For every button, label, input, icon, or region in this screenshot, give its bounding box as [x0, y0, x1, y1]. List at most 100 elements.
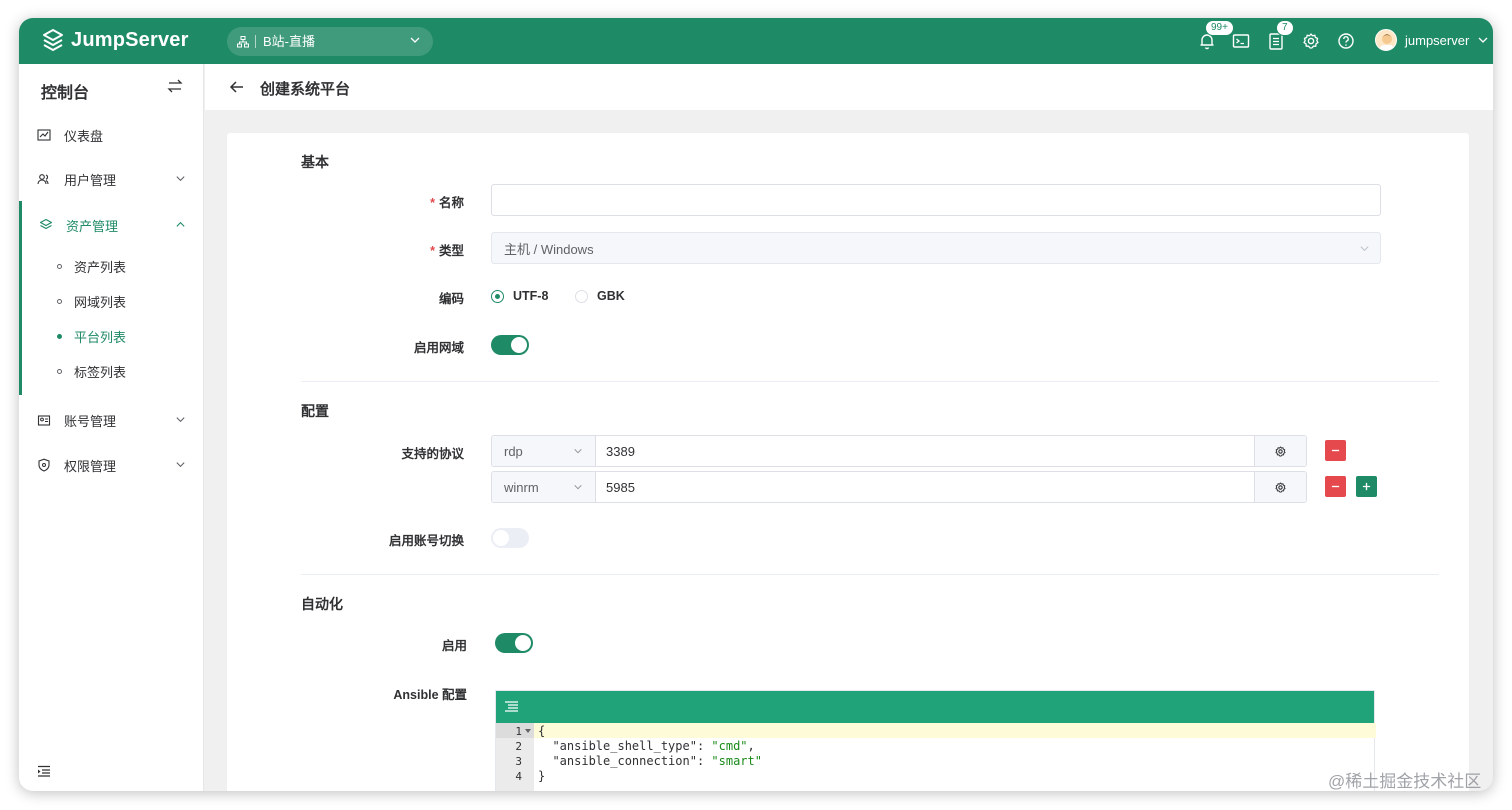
domain-enabled-switch[interactable]	[491, 335, 529, 355]
ansible-config-editor[interactable]: 1 2 3 4 { "ansible_shell_type": "cmd", "…	[495, 690, 1376, 791]
shield-icon	[38, 458, 50, 472]
switch-knob	[511, 337, 527, 353]
field-label-ansible: Ansible 配置	[393, 688, 467, 702]
account-icon	[37, 415, 51, 426]
sidebar-item-permissions[interactable]: 权限管理	[19, 447, 204, 483]
swap-view-icon[interactable]	[167, 78, 183, 94]
required-mark: *	[430, 196, 435, 210]
chevron-down-icon	[1360, 246, 1369, 252]
app-window: JumpServer B站-直播 99+ 7 jumpserver 控制台 仪表…	[19, 18, 1493, 791]
su-enabled-switch[interactable]	[491, 528, 529, 548]
protocol-row: winrm 5985	[491, 471, 1307, 503]
line-number: 2	[515, 740, 522, 753]
sidebar-title: 控制台	[41, 85, 90, 102]
gear-icon	[1275, 445, 1286, 457]
remove-protocol-button[interactable]	[1325, 476, 1346, 497]
web-terminal-button[interactable]	[1231, 31, 1251, 51]
protocol-select[interactable]: winrm	[492, 472, 596, 502]
chevron-down-icon	[176, 462, 185, 468]
jumpserver-logo-icon	[43, 29, 63, 51]
sidebar-item-label: 仪表盘	[64, 128, 104, 144]
code-line: }	[538, 769, 546, 783]
code-line: "ansible_shell_type": "cmd",	[538, 739, 755, 753]
sidebar-subitem-platform-list[interactable]: 平台列表	[57, 321, 126, 351]
settings-button[interactable]	[1301, 31, 1321, 51]
switch-knob	[515, 635, 531, 651]
help-circle-icon	[1338, 33, 1354, 49]
top-bar: JumpServer B站-直播 99+ 7 jumpserver	[19, 18, 1493, 64]
code-line: "ansible_connection": "smart"	[538, 754, 762, 768]
type-select[interactable]: 主机 / Windows	[491, 232, 1381, 264]
sidebar: 控制台 仪表盘 用户管理 资产管理 资产列表 网域列表 平台列表 标签列表 账号…	[19, 64, 204, 791]
sidebar-item-label: 权限管理	[64, 458, 117, 474]
name-input[interactable]	[491, 184, 1381, 216]
sidebar-item-label: 账号管理	[64, 413, 117, 429]
automation-enabled-switch[interactable]	[495, 633, 533, 653]
user-menu[interactable]: jumpserver	[1375, 29, 1489, 51]
remove-protocol-button[interactable]	[1325, 440, 1346, 461]
sidebar-subitem-label-list[interactable]: 标签列表	[57, 356, 126, 386]
fold-caret-icon[interactable]	[525, 729, 531, 734]
notification-badge: 99+	[1205, 20, 1234, 36]
minus-icon	[1331, 449, 1340, 452]
format-align-icon[interactable]	[504, 700, 519, 714]
sidebar-item-accounts[interactable]: 账号管理	[19, 402, 204, 438]
code-area[interactable]: 1 2 3 4 { "ansible_shell_type": "cmd", "…	[496, 723, 1376, 791]
sidebar-item-label: 资产管理	[66, 218, 119, 234]
field-label-charset: 编码	[438, 292, 464, 306]
chevron-down-icon	[574, 484, 582, 490]
switch-knob	[493, 530, 509, 546]
collapse-sidebar-icon[interactable]	[37, 764, 51, 778]
bullet-icon	[57, 333, 62, 339]
line-number: 1	[515, 725, 522, 738]
add-protocol-button[interactable]	[1356, 476, 1377, 497]
protocol-port-input[interactable]: 5985	[596, 472, 1254, 502]
field-label-su: 启用账号切换	[388, 534, 464, 548]
form-card: 基本 * 名称 * 类型 主机 / Windows 编码 UTF-8 GBK 启用网…	[227, 133, 1469, 791]
section-title-automation: 自动化	[301, 596, 343, 612]
charset-radio-gbk[interactable]: GBK	[575, 289, 625, 303]
protocol-select[interactable]: rdp	[492, 436, 596, 466]
field-label-text: 类型	[438, 244, 464, 258]
radio-circle	[575, 289, 588, 303]
sidebar-subitem-domain-list[interactable]: 网域列表	[57, 286, 126, 316]
sidebar-subitem-label: 标签列表	[74, 364, 127, 380]
protocol-port: 5985	[606, 479, 635, 495]
chevron-down-icon	[574, 448, 582, 454]
help-button[interactable]	[1336, 31, 1356, 51]
sidebar-item-users[interactable]: 用户管理	[19, 161, 204, 197]
arrow-left-icon[interactable]	[229, 79, 245, 95]
chevron-down-icon	[176, 417, 185, 423]
brand-logo[interactable]: JumpServer	[41, 28, 189, 52]
sidebar-subitem-label: 平台列表	[74, 329, 127, 345]
field-label-type: * 类型	[294, 240, 464, 259]
sidebar-item-label: 用户管理	[64, 172, 117, 188]
sidebar-subitem-asset-list[interactable]: 资产列表	[57, 251, 126, 281]
organization-select[interactable]: B站-直播	[227, 27, 433, 56]
chevron-down-icon	[410, 37, 420, 43]
section-divider	[301, 381, 1439, 382]
chart-icon	[37, 129, 51, 141]
page-title: 创建系统平台	[260, 81, 351, 98]
radio-label: UTF-8	[513, 289, 549, 303]
sidebar-item-assets[interactable]: 资产管理	[19, 207, 204, 243]
required-mark: *	[430, 244, 435, 258]
gear-icon	[1275, 481, 1286, 493]
protocol-name: winrm	[504, 479, 539, 495]
sidebar-subitem-label: 网域列表	[74, 294, 127, 310]
protocol-row: rdp 3389	[491, 435, 1307, 467]
charset-radio-utf8[interactable]: UTF-8	[491, 289, 548, 303]
minus-icon	[1331, 485, 1340, 488]
chevron-up-icon	[176, 221, 185, 227]
bullet-icon	[57, 263, 62, 269]
protocol-settings-button[interactable]	[1254, 472, 1306, 502]
organization-icon	[237, 35, 249, 47]
protocol-port-input[interactable]: 3389	[596, 436, 1254, 466]
protocol-settings-button[interactable]	[1254, 436, 1306, 466]
sidebar-item-dashboard[interactable]: 仪表盘	[19, 117, 204, 153]
section-title-basic: 基本	[301, 154, 329, 170]
code-line: {	[538, 724, 546, 738]
line-number: 4	[515, 770, 522, 783]
field-label-automation-enable: 启用	[441, 639, 467, 653]
username: jumpserver	[1405, 32, 1470, 48]
